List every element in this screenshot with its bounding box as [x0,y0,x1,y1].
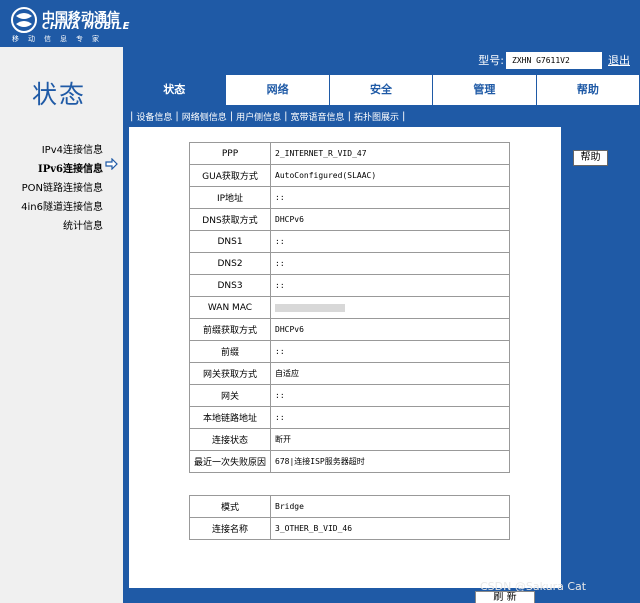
table-row: IP地址:: [189,186,510,209]
brand-slogan: 移动信息专家 [12,35,108,43]
refresh-button[interactable]: 刷 新 [475,591,535,603]
row-key: DNS获取方式 [189,208,271,231]
menu-item-pon[interactable]: PON链路连接信息 [22,179,103,194]
row-value: :: [270,230,510,253]
row-key: 最近一次失败原因 [189,450,271,473]
row-value: :: [270,186,510,209]
row-key: PPP [189,142,271,165]
menu-item-ipv6[interactable]: IPv6连接信息 [38,160,103,175]
tab-help[interactable]: 帮助 [536,75,640,105]
row-key: DNS1 [189,230,271,253]
menu-item-stats[interactable]: 统计信息 [63,217,103,232]
model-area: 型号: ZXHN G7611V2 退出 [478,47,640,73]
table-row: 网关获取方式 自适应 [189,362,510,385]
row-value: :: [270,406,510,429]
row-key: 连接状态 [189,428,271,451]
row-value: AutoConfigured(SLAAC) [270,164,510,187]
table-row: 本地链路地址:: [189,406,510,429]
china-mobile-logo-icon [11,7,37,33]
table-row: 前缀获取方式 DHCPv6 [189,318,510,341]
ipv6-info-table: PPP 2_INTERNET_R_VID_47 GUA获取方式 AutoConfig… [189,142,510,473]
row-value: :: [270,274,510,297]
subnav-network-info[interactable]: 网络侧信息 [182,110,227,123]
row-key: DNS2 [189,252,271,275]
tab-network[interactable]: 网络 [226,75,329,105]
help-button[interactable]: 帮助 [573,150,608,166]
top-header-bar: 中国移动通信 CHINA MOBILE 移动信息专家 [0,0,640,47]
row-value: :: [270,252,510,275]
row-key: 前缀 [189,340,271,363]
page-title: 状态 [32,80,87,109]
row-value: DHCPv6 [270,208,510,231]
table-row: DNS2:: [189,252,510,275]
redacted-value [275,303,345,312]
row-value: 断开 [270,428,510,451]
row-key: WAN MAC [189,296,271,319]
table-row: DNS获取方式 DHCPv6 [189,208,510,231]
china-mobile-logo: 中国移动通信 CHINA MOBILE 移动信息专家 [10,4,160,44]
menu-item-ipv4[interactable]: IPv4连接信息 [42,141,103,156]
sub-navigation: | 设备信息 | 网络侧信息 | 用户侧信息 | 宽带语音信息 | 拓扑图展示 … [123,105,640,127]
table-row: 最近一次失败原因 678|连接ISP服务器超时 [189,450,510,473]
row-key: 前缀获取方式 [189,318,271,341]
subnav-topology[interactable]: 拓扑图展示 [354,110,399,123]
table-row: 前缀:: [189,340,510,363]
row-value: 2_INTERNET_R_VID_47 [270,142,510,165]
row-value: Bridge [270,495,510,518]
row-value: 自适应 [270,362,510,385]
table-row: GUA获取方式 AutoConfigured(SLAAC) [189,164,510,187]
model-value: ZXHN G7611V2 [506,51,602,69]
row-value: DHCPv6 [270,318,510,341]
table-row: WAN MAC [189,296,510,319]
model-label: 型号: [478,54,504,67]
row-key: 网关获取方式 [189,362,271,385]
row-key: DNS3 [189,274,271,297]
row-key: 本地链路地址 [189,406,271,429]
row-key: 模式 [189,495,271,518]
tab-management[interactable]: 管理 [433,75,536,105]
arrow-right-icon [105,158,118,170]
table-row: 网关:: [189,384,510,407]
row-key: 连接名称 [189,517,271,540]
tab-security[interactable]: 安全 [329,75,433,105]
row-key: IP地址 [189,186,271,209]
row-value: :: [270,384,510,407]
subnav-user-info[interactable]: 用户侧信息 [236,110,281,123]
table-row: DNS1:: [189,230,510,253]
table-row: PPP 2_INTERNET_R_VID_47 [189,142,510,165]
left-menu: IPv4连接信息 IPv6连接信息 PON链路连接信息 4in6隧道连接信息 统… [0,127,123,603]
right-panel: 帮助 [561,127,640,603]
row-value: :: [270,340,510,363]
menu-item-4in6[interactable]: 4in6隧道连接信息 [21,198,103,213]
row-key: GUA获取方式 [189,164,271,187]
row-value-redacted [270,296,510,319]
subnav-voice-info[interactable]: 宽带语音信息 [291,110,345,123]
row-key: 网关 [189,384,271,407]
section-title-area: 状态 [0,47,123,127]
logout-link[interactable]: 退出 [608,52,630,68]
tab-status[interactable]: 状态 [123,75,226,105]
row-value: 3_OTHER_B_VID_46 [270,517,510,540]
model-bar: 型号: ZXHN G7611V2 退出 [123,47,640,75]
main-tabs: 状态 网络 安全 管理 帮助 [123,75,640,105]
brand-name-en: CHINA MOBILE [42,21,131,32]
table-row: 模式 Bridge [189,495,510,518]
table-row: 连接状态 断开 [189,428,510,451]
subnav-device-info[interactable]: 设备信息 [136,110,172,123]
table-row: DNS3:: [189,274,510,297]
bridge-info-table: 模式 Bridge 连接名称 3_OTHER_B_VID_46 [189,495,510,540]
row-value: 678|连接ISP服务器超时 [270,450,510,473]
table-row: 连接名称 3_OTHER_B_VID_46 [189,517,510,540]
